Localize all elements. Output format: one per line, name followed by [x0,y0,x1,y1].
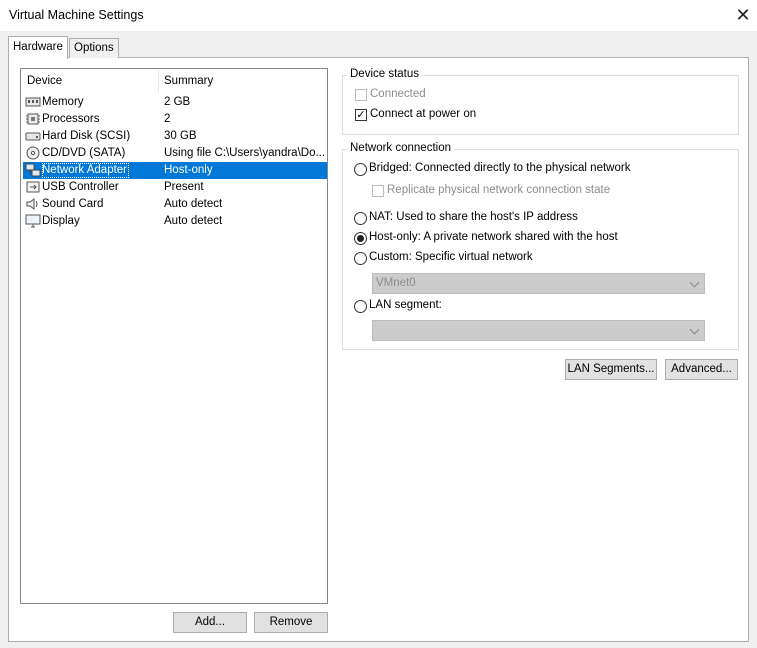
bridged-radio[interactable] [354,163,367,176]
device-summary: Present [164,181,204,193]
window-title: Virtual Machine Settings [9,8,144,22]
bridged-label[interactable]: Bridged: Connected directly to the physi… [369,162,630,174]
lan-segment-radio[interactable] [354,300,367,313]
remove-button[interactable]: Remove [254,612,328,633]
device-row-display[interactable]: Display Auto detect [23,213,327,230]
column-header-device[interactable]: Device [27,75,62,87]
nat-label[interactable]: NAT: Used to share the host's IP address [369,211,578,223]
device-name: Processors [42,113,100,125]
display-icon [25,214,41,228]
device-summary: Using file C:\Users\yandra\Do... [164,147,326,159]
lan-segment-label[interactable]: LAN segment: [369,299,442,311]
device-summary: 2 GB [164,96,191,108]
chevron-down-icon [689,324,700,335]
connected-label[interactable]: Connected [370,88,426,100]
device-summary: 30 GB [164,130,197,142]
device-row-processors[interactable]: Processors 2 [23,111,327,128]
lan-segments-button[interactable]: LAN Segments... [565,359,657,380]
host-only-label[interactable]: Host-only: A private network shared with… [369,231,618,243]
processor-icon [26,113,40,125]
add-button[interactable]: Add... [173,612,247,633]
device-summary: Host-only [164,164,213,176]
device-name: CD/DVD (SATA) [42,147,126,159]
device-name: Display [42,215,80,227]
connect-at-power-on-checkbox[interactable]: ✓ [355,109,367,121]
hard-disk-icon [25,132,41,141]
device-name: Memory [42,96,84,108]
usb-icon [26,181,40,193]
tab-hardware[interactable]: Hardware [8,36,68,59]
device-summary: Auto detect [164,198,223,210]
device-row-usb-controller[interactable]: USB Controller Present [23,179,327,196]
chevron-down-icon [689,277,700,288]
device-summary: 2 [164,113,171,125]
network-connection-label: Network connection [347,142,454,154]
host-only-radio[interactable] [354,232,367,245]
network-adapter-icon [25,163,41,177]
device-status-group [342,75,739,135]
memory-icon [25,97,41,107]
column-header-summary[interactable]: Summary [164,75,213,87]
device-row-memory[interactable]: Memory 2 GB [23,94,327,111]
custom-network-dropdown[interactable]: VMnet0 [372,273,705,294]
lan-segment-dropdown[interactable] [372,320,705,341]
nat-radio[interactable] [354,212,367,225]
custom-radio[interactable] [354,252,367,265]
replicate-label[interactable]: Replicate physical network connection st… [387,184,610,196]
device-row-network-adapter[interactable]: Network Adapter Host-only [23,162,327,179]
device-row-sound-card[interactable]: Sound Card Auto detect [23,196,327,213]
device-name: Sound Card [42,198,104,210]
tab-options[interactable]: Options [69,38,119,58]
close-icon[interactable]: ✕ [733,3,753,27]
device-name: Network Adapter [42,163,130,178]
device-name: Hard Disk (SCSI) [42,130,131,142]
column-separator[interactable] [158,70,159,92]
device-row-cd-dvd[interactable]: CD/DVD (SATA) Using file C:\Users\yandra… [23,145,327,162]
replicate-checkbox[interactable] [372,185,384,197]
connected-checkbox[interactable] [355,89,367,101]
sound-icon [26,198,38,210]
device-summary: Auto detect [164,215,223,227]
connect-at-power-on-label[interactable]: Connect at power on [370,108,476,120]
cd-dvd-icon [26,146,40,160]
custom-label[interactable]: Custom: Specific virtual network [369,251,533,263]
advanced-button[interactable]: Advanced... [665,359,738,380]
device-name: USB Controller [42,181,119,193]
device-row-hard-disk[interactable]: Hard Disk (SCSI) 30 GB [23,128,327,145]
device-status-label: Device status [347,68,423,80]
custom-network-value: VMnet0 [376,277,416,289]
